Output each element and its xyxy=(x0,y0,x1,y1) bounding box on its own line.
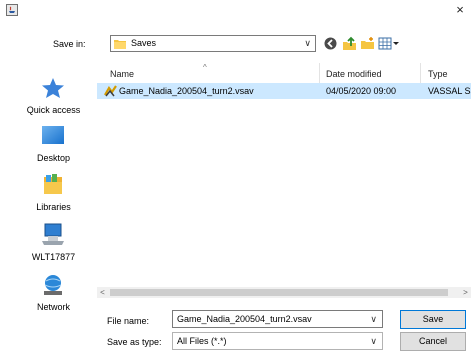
back-icon[interactable] xyxy=(323,36,339,51)
save-as-type-label: Save as type: xyxy=(107,337,162,347)
column-header-date-modified[interactable]: Date modified xyxy=(326,69,382,79)
place-label: Libraries xyxy=(36,202,71,212)
computer-icon xyxy=(40,223,66,247)
place-label: Network xyxy=(36,302,70,312)
scroll-left-icon[interactable]: < xyxy=(97,287,108,298)
column-header-type[interactable]: Type xyxy=(428,69,448,79)
star-icon xyxy=(40,76,66,100)
scrollbar-thumb[interactable] xyxy=(110,289,448,296)
network-icon xyxy=(40,273,66,297)
chevron-down-icon[interactable]: ∨ xyxy=(370,311,377,327)
column-divider[interactable] xyxy=(420,63,421,83)
folder-icon xyxy=(114,38,126,49)
vassal-file-icon xyxy=(104,85,117,97)
java-app-icon xyxy=(6,4,18,16)
column-header-name[interactable]: Name xyxy=(110,69,134,79)
save-in-value: Saves xyxy=(131,38,157,48)
chevron-down-icon[interactable]: ∨ xyxy=(370,333,377,349)
close-button[interactable]: × xyxy=(451,1,469,19)
place-label: WLT17877 xyxy=(31,252,76,262)
save-button[interactable]: Save xyxy=(400,310,466,329)
view-menu-icon[interactable] xyxy=(378,36,400,51)
cancel-button[interactable]: Cancel xyxy=(400,332,466,351)
file-name-label: File name: xyxy=(107,316,150,326)
libraries-icon xyxy=(40,173,66,197)
horizontal-scrollbar[interactable]: < > xyxy=(97,287,471,298)
place-label: Quick access xyxy=(26,105,81,115)
save-in-dropdown[interactable]: Saves ∨ xyxy=(110,35,316,52)
file-name-cell: Game_Nadia_200504_turn2.vsav xyxy=(119,86,254,96)
column-divider[interactable] xyxy=(319,63,320,83)
save-as-type-value: All Files (*.*) xyxy=(177,336,227,346)
file-type-cell: VASSAL Sa xyxy=(428,86,471,96)
file-row-selected[interactable]: Game_Nadia_200504_turn2.vsav 04/05/2020 … xyxy=(97,83,471,99)
file-date-cell: 04/05/2020 09:00 xyxy=(326,86,397,96)
save-as-type-dropdown[interactable]: All Files (*.*) ∨ xyxy=(172,332,383,350)
file-name-value[interactable]: Game_Nadia_200504_turn2.vsav xyxy=(177,314,312,324)
title-bar: × xyxy=(0,0,471,20)
file-name-field[interactable]: Game_Nadia_200504_turn2.vsav ∨ xyxy=(172,310,383,328)
chevron-down-icon: ∨ xyxy=(304,38,311,48)
desktop-icon xyxy=(40,124,66,148)
save-in-label: Save in: xyxy=(53,39,86,49)
file-list[interactable]: ^ Name Date modified Type Game_Nadia_200… xyxy=(97,63,471,296)
scroll-right-icon[interactable]: > xyxy=(460,287,471,298)
place-label: Desktop xyxy=(36,153,71,163)
new-folder-icon[interactable] xyxy=(360,36,376,51)
sort-ascending-icon: ^ xyxy=(203,63,207,72)
places-bar: Quick access Desktop Libraries WLT17877 … xyxy=(10,63,97,321)
up-folder-icon[interactable] xyxy=(342,36,358,51)
